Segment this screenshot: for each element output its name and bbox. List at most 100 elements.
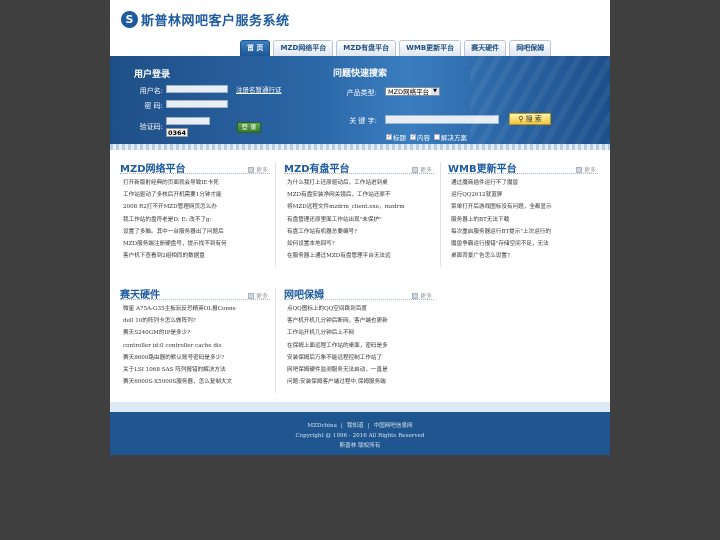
section-title[interactable]: 赛天硬件	[120, 286, 160, 301]
list-item[interactable]: 2008 R2打不开MZD管理网页怎么办	[123, 201, 270, 213]
section-title[interactable]: WMB更新平台	[448, 160, 517, 175]
article-list: 为什么我打上还原驱动后，工作站进到桌 MZD有盘安装净网关镜后，工作站还原不 将…	[284, 177, 434, 262]
site-header: S 斯普林网吧客户服务系统 首 页 MZD网络平台 MZD有盘平台 WMB更新平…	[110, 0, 610, 56]
search-button[interactable]: ⚲ 搜 索	[509, 113, 551, 125]
option-solution-label: 解决方案	[441, 134, 467, 142]
list-item[interactable]: 工作站驱动了多核后开机需要1分钟才能	[123, 189, 270, 201]
list-item[interactable]: 服务器上的BT无法下载	[451, 214, 598, 226]
keyword-input[interactable]	[385, 115, 499, 124]
section-title[interactable]: MZD有盘平台	[284, 160, 350, 175]
list-item[interactable]: 有盘工作站有机器总要编号?	[287, 226, 434, 238]
register-link[interactable]: 注册名暂通行证	[236, 84, 282, 94]
section-saitian-hardware: 赛天硬件 更多 微星 A75A-G35主板玩反恐精英OL报Conne dell …	[120, 286, 270, 388]
chevron-down-icon: ▼	[431, 88, 439, 95]
footer-link[interactable]: 中国网吧信息网	[373, 423, 412, 429]
list-item[interactable]: MZD有盘安装净网关镜后，工作站还原不	[287, 189, 434, 201]
search-button-label: 搜 索	[525, 115, 542, 123]
list-item[interactable]: 有盘管理还原里面工作站出现"未保护"	[287, 214, 434, 226]
section-header: MZD网络平台 更多	[120, 160, 270, 175]
list-item[interactable]: 赛天8600路由器的默认账号密码是多少?	[123, 352, 270, 364]
list-item[interactable]: 运行QQ2012就蓝屏	[451, 189, 598, 201]
list-item[interactable]: 桌面背景广告怎么设置?	[451, 250, 598, 262]
login-button[interactable]: 登 录	[237, 122, 261, 133]
more-link[interactable]: 更多	[411, 291, 432, 300]
tab-mzd-network[interactable]: MZD网络平台	[273, 40, 334, 56]
login-title: 用户登录	[134, 70, 171, 80]
username-label: 用户名:	[139, 87, 163, 95]
more-icon	[575, 166, 582, 173]
owner-text: 斯普林 版权所有	[339, 443, 381, 449]
column-divider	[275, 162, 276, 267]
captcha-input[interactable]	[166, 117, 210, 125]
list-item[interactable]: controller id:0 controller cache dis	[123, 340, 270, 352]
password-input[interactable]	[166, 100, 228, 108]
list-item[interactable]: 为什么我打上还原驱动后，工作站进到桌	[287, 177, 434, 189]
list-item[interactable]: 客户机下查看到2组相同的数据盘	[123, 250, 270, 262]
list-item[interactable]: MZD服务端注册硬盘号，提示找不到有何	[123, 238, 270, 250]
list-item[interactable]: 设置了多脑。其中一台服务器出了问题后	[123, 226, 270, 238]
option-title-label: 标题	[393, 134, 406, 142]
section-header: 赛天硬件 更多	[120, 286, 270, 301]
list-item[interactable]: 在保姆上面远程工作站的桌面，密码是多	[287, 340, 434, 352]
more-link[interactable]: 更多	[247, 291, 268, 300]
list-item[interactable]: 我工作站的盘符老是D: E: 改不了g:	[123, 214, 270, 226]
list-item[interactable]: 将MZD远程文件mzdrm_client.exe，mzdrm	[287, 201, 434, 213]
column-divider	[440, 162, 441, 267]
logo-icon: S	[121, 11, 138, 28]
list-item[interactable]: 魔兽争霸运行报错"存储空间不足，无法	[451, 238, 598, 250]
checkbox-content[interactable]: ✓	[410, 134, 416, 140]
list-item[interactable]: 通过魔商插件运行不了魔兽	[451, 177, 598, 189]
list-item[interactable]: 客户机开机几分钟后断网，客户端也更新	[287, 315, 434, 327]
list-item[interactable]: 网吧保姆硬件监测服务无法启动，一直是	[287, 364, 434, 376]
list-item[interactable]: 如何设置本地回写?	[287, 238, 434, 250]
more-label: 更多	[255, 293, 268, 300]
list-item[interactable]: 菜单打开后游戏图标没有问题，全都显示	[451, 201, 598, 213]
option-content-label: 内容	[417, 134, 430, 142]
more-label: 更多	[419, 293, 432, 300]
option-solution[interactable]: 解决方案	[434, 132, 467, 142]
quick-search-title: 问题快速搜索	[333, 69, 388, 79]
more-link[interactable]: 更多	[575, 165, 596, 174]
checkbox-solution[interactable]	[434, 134, 440, 140]
checkbox-title[interactable]: ✓	[386, 134, 392, 140]
tab-home[interactable]: 首 页	[240, 40, 271, 56]
list-item[interactable]: 问题:安装保姆客户端过程中,保姆服务端	[287, 376, 434, 388]
list-item[interactable]: dell 10的阵列卡怎么做阵列?	[123, 315, 270, 327]
section-mzd-network: MZD网络平台 更多 打开新版射经典的页面就会导致IE卡死 工作站驱动了多核后开…	[120, 160, 270, 262]
footer-link[interactable]: MZDchina	[307, 423, 337, 429]
option-content[interactable]: ✓ 内容	[410, 132, 430, 142]
list-item[interactable]: 打开新版射经典的页面就会导致IE卡死	[123, 177, 270, 189]
password-label: 密 码:	[144, 102, 163, 110]
more-link[interactable]: 更多	[247, 165, 268, 174]
product-type-select[interactable]: MZD网络平台 ▼	[385, 87, 440, 96]
site-logo[interactable]: S 斯普林网吧客户服务系统	[121, 10, 290, 29]
footer-link[interactable]: 我知道	[347, 423, 364, 429]
article-list: 微星 A75A-G35主板玩反恐精英OL报Conne dell 10的阵列卡怎么…	[120, 303, 270, 388]
list-item[interactable]: 赛天S240GM的IP是多少?	[123, 327, 270, 339]
copyright-text: Copyright @ 1996 - 2016 All Rights Reser…	[295, 433, 425, 439]
tab-wmb-update[interactable]: WMB更新平台	[399, 40, 462, 56]
section-title[interactable]: 网吧保姆	[284, 286, 324, 301]
section-mzd-disk: MZD有盘平台 更多 为什么我打上还原驱动后，工作站进到桌 MZD有盘安装净网关…	[284, 160, 434, 262]
list-item[interactable]: 每次重启服务器运行BT提示"上次运行的	[451, 226, 598, 238]
list-item[interactable]: 微星 A75A-G35主板玩反恐精英OL报Conne	[123, 303, 270, 315]
search-scope-options: ✓ 标题 ✓ 内容 解决方案	[386, 132, 467, 142]
captcha-image[interactable]: 0364	[166, 128, 188, 137]
tab-saitian-hardware[interactable]: 赛天硬件	[464, 40, 507, 56]
list-item[interactable]: 关于LSI 1068 SAS 阵列报错的解决方法	[123, 364, 270, 376]
list-item[interactable]: 安装保姆后万象不能远程控制工作站了	[287, 352, 434, 364]
list-item[interactable]: 在服务器上通过MZD有盘管理平台无法远	[287, 250, 434, 262]
option-title[interactable]: ✓ 标题	[386, 132, 406, 142]
username-input[interactable]	[166, 85, 228, 93]
section-header: 网吧保姆 更多	[284, 286, 434, 301]
more-link[interactable]: 更多	[411, 165, 432, 174]
section-title[interactable]: MZD网络平台	[120, 160, 186, 175]
more-label: 更多	[583, 167, 596, 174]
list-item[interactable]: 赛天6000S-X5000S服务器，怎么复制大文	[123, 376, 270, 388]
tab-netcafe-nanny[interactable]: 网吧保姆	[509, 40, 552, 56]
tab-mzd-disk[interactable]: MZD有盘平台	[336, 40, 397, 56]
page-container: S 斯普林网吧客户服务系统 首 页 MZD网络平台 MZD有盘平台 WMB更新平…	[110, 0, 610, 455]
list-item[interactable]: 点QQ图标上的QQ空间跳到百度	[287, 303, 434, 315]
list-item[interactable]: 工作站开机几分钟后上不网	[287, 327, 434, 339]
column-divider	[275, 288, 276, 393]
